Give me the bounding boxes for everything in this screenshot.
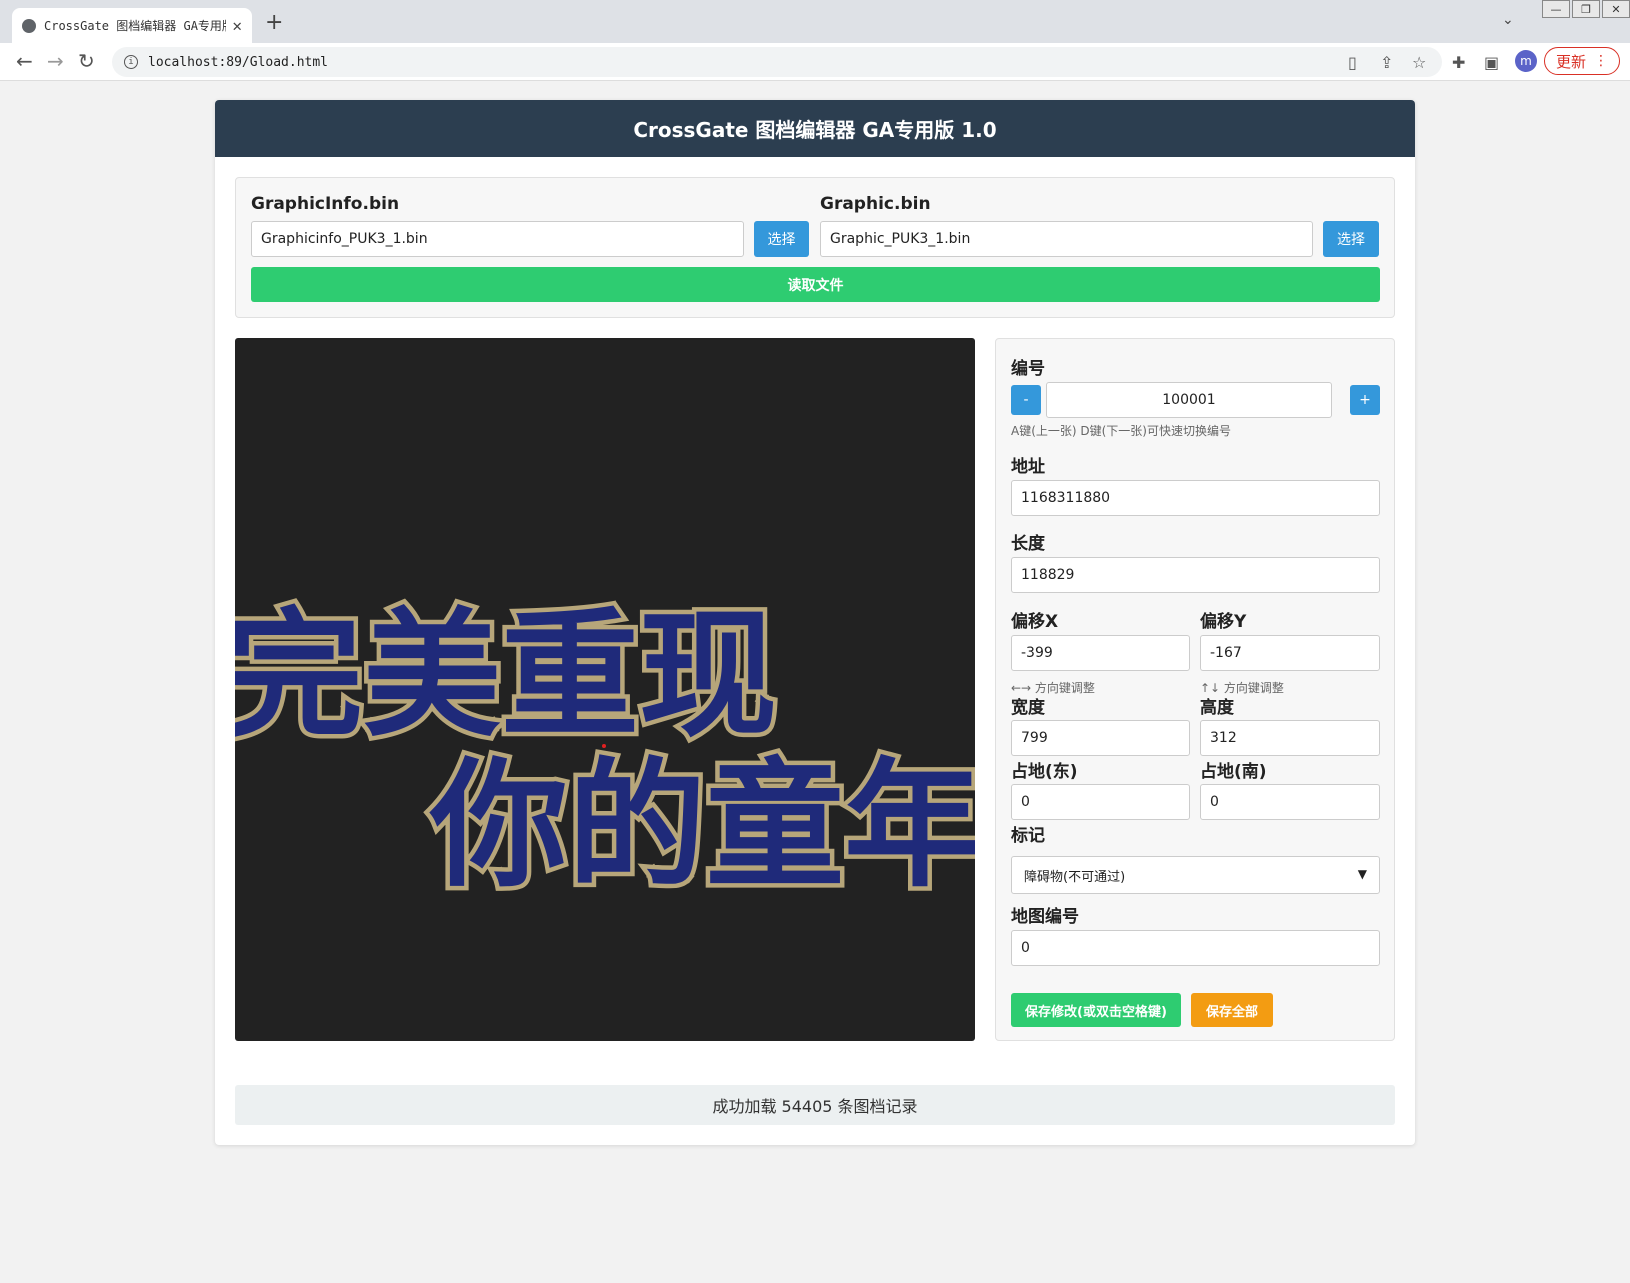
browser-tabbar: CrossGate 图档编辑器 GA专用版 ✕ + ⌄ — ❐ ✕	[0, 0, 1630, 43]
length-input[interactable]: 118829	[1011, 557, 1380, 593]
tab-title: CrossGate 图档编辑器 GA专用版	[44, 19, 227, 33]
browser-toolbar: ← → ↻ i localhost:89/Gload.html ▯ ⇪ ☆ ✚ …	[0, 43, 1630, 81]
footprint-east-label: 占地(东)	[1011, 762, 1078, 782]
origin-marker	[602, 744, 606, 748]
id-hint: A键(上一张) D键(下一张)可快速切换编号	[1011, 424, 1231, 438]
offset-x-input[interactable]: -399	[1011, 635, 1190, 671]
height-input[interactable]: 312	[1200, 720, 1380, 756]
reload-icon[interactable]: ↻	[78, 49, 95, 73]
read-file-button[interactable]: 读取文件	[251, 267, 1380, 302]
file-panel: GraphicInfo.bin Graphicinfo_PUK3_1.bin 选…	[235, 177, 1395, 318]
height-label: 高度	[1200, 698, 1234, 718]
mark-select-value: 障碍物(不可通过)	[1024, 869, 1126, 885]
back-icon[interactable]: ←	[16, 49, 33, 73]
properties-panel: 编号 - 100001 + A键(上一张) D键(下一张)可快速切换编号 地址 …	[995, 338, 1395, 1041]
footprint-east-input[interactable]: 0	[1011, 784, 1190, 820]
choose-graphicinfo-button[interactable]: 选择	[754, 221, 809, 257]
graphic-input[interactable]: Graphic_PUK3_1.bin	[820, 221, 1313, 257]
sidepanel-icon[interactable]: ▣	[1484, 53, 1499, 72]
page-title: CrossGate 图档编辑器 GA专用版 1.0	[215, 100, 1415, 157]
update-label: 更新	[1555, 52, 1586, 71]
globe-icon	[22, 18, 36, 33]
chevron-down-icon: ▼	[1357, 867, 1367, 881]
address-input[interactable]: 1168311880	[1011, 480, 1380, 516]
preview-line-1: 完美重现	[235, 593, 777, 756]
decrement-button[interactable]: -	[1011, 385, 1041, 415]
forward-icon[interactable]: →	[47, 49, 64, 73]
update-button[interactable]: 更新 ⋮	[1544, 47, 1620, 75]
new-tab-icon[interactable]: +	[265, 10, 283, 35]
url-text: localhost:89/Gload.html	[148, 54, 329, 70]
map-id-input[interactable]: 0	[1011, 930, 1380, 966]
status-bar: 成功加载 54405 条图档记录	[235, 1085, 1395, 1125]
extensions-icon[interactable]: ✚	[1452, 53, 1465, 72]
avatar[interactable]: m	[1515, 50, 1537, 72]
footprint-south-label: 占地(南)	[1200, 762, 1267, 782]
browser-tab[interactable]: CrossGate 图档编辑器 GA专用版 ✕	[12, 8, 252, 43]
graphicinfo-input[interactable]: Graphicinfo_PUK3_1.bin	[251, 221, 744, 257]
maximize-icon[interactable]: ❐	[1572, 0, 1600, 18]
window-controls: — ❐ ✕	[1540, 0, 1630, 18]
chevron-down-icon[interactable]: ⌄	[1502, 12, 1514, 28]
save-all-button[interactable]: 保存全部	[1191, 993, 1273, 1027]
close-icon[interactable]: ✕	[232, 16, 242, 35]
id-input[interactable]: 100001	[1046, 382, 1332, 418]
id-label: 编号	[1011, 359, 1045, 379]
width-label: 宽度	[1011, 698, 1045, 718]
offset-x-label: 偏移X	[1011, 612, 1059, 632]
info-icon[interactable]: i	[124, 55, 138, 69]
image-preview[interactable]: 完美重现 你的童年	[235, 338, 975, 1041]
map-id-label: 地图编号	[1011, 907, 1079, 927]
more-icon: ⋮	[1594, 53, 1608, 69]
increment-button[interactable]: +	[1350, 385, 1380, 415]
length-label: 长度	[1011, 534, 1045, 554]
window-close-icon[interactable]: ✕	[1602, 0, 1630, 18]
share-icon[interactable]: ⇪	[1380, 53, 1393, 72]
choose-graphic-button[interactable]: 选择	[1323, 221, 1379, 257]
graphicinfo-label: GraphicInfo.bin	[251, 194, 400, 214]
save-button[interactable]: 保存修改(或双击空格键)	[1011, 993, 1181, 1027]
preview-line-2: 你的童年	[429, 743, 975, 906]
mark-select[interactable]: 障碍物(不可通过) ▼	[1011, 856, 1380, 894]
minimize-icon[interactable]: —	[1542, 0, 1570, 18]
preview-graphic: 完美重现 你的童年	[235, 589, 975, 911]
offset-y-input[interactable]: -167	[1200, 635, 1380, 671]
address-bar[interactable]: i localhost:89/Gload.html	[112, 47, 1442, 77]
width-input[interactable]: 799	[1011, 720, 1190, 756]
offset-y-label: 偏移Y	[1200, 612, 1247, 632]
page-icon[interactable]: ▯	[1348, 53, 1357, 72]
app-container: CrossGate 图档编辑器 GA专用版 1.0 GraphicInfo.bi…	[215, 100, 1415, 1145]
graphic-label: Graphic.bin	[820, 194, 931, 214]
footprint-south-input[interactable]: 0	[1200, 784, 1380, 820]
star-icon[interactable]: ☆	[1412, 53, 1426, 72]
mark-label: 标记	[1011, 826, 1045, 846]
address-label: 地址	[1011, 457, 1045, 477]
